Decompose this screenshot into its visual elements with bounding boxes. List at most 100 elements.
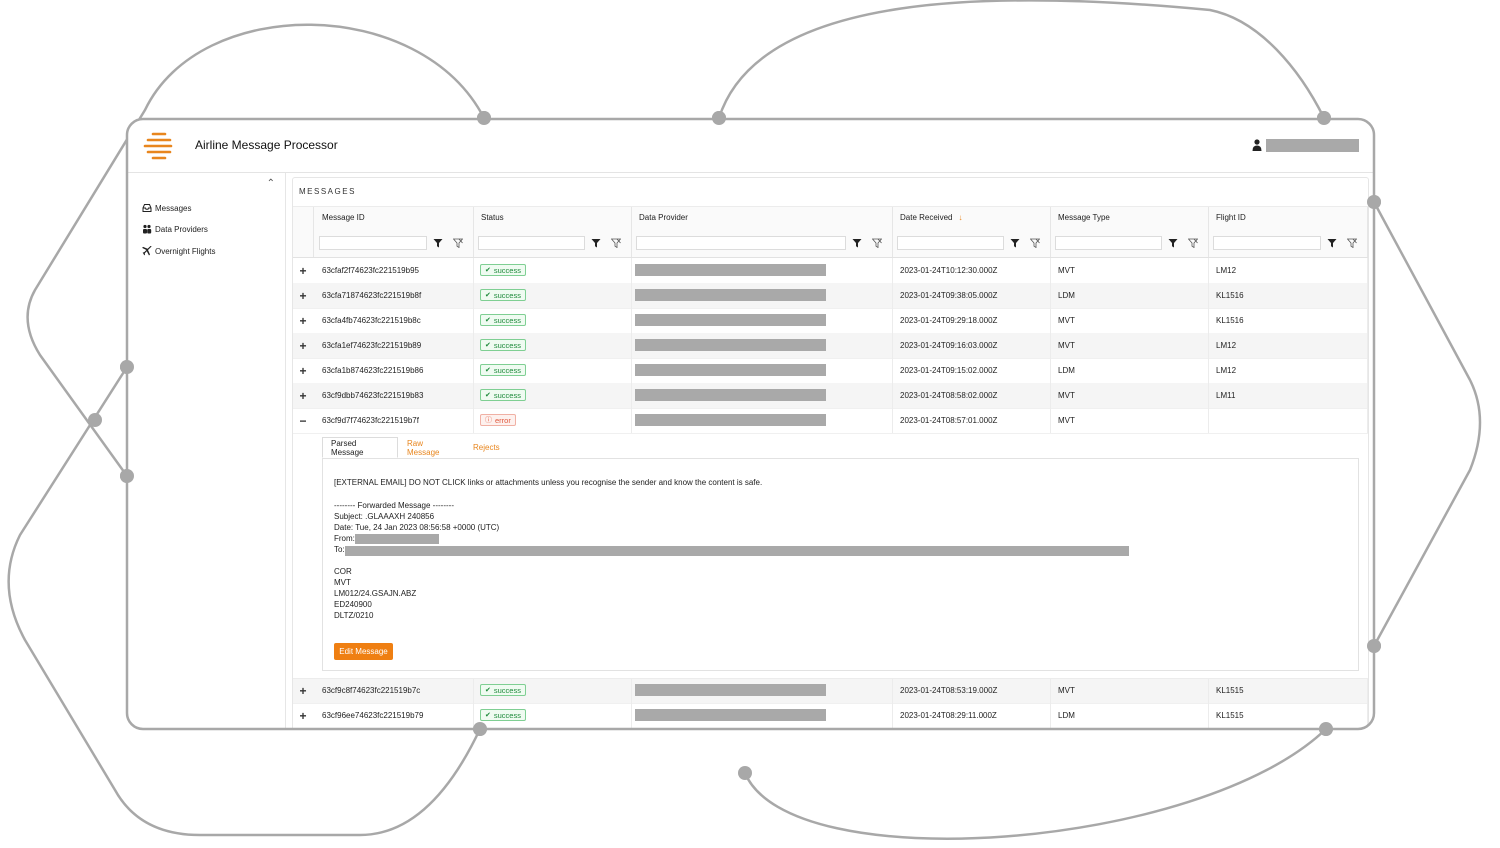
header-expander-cell — [293, 207, 314, 229]
expand-row-icon[interactable]: + — [293, 283, 313, 308]
user-name-redacted[interactable] — [1266, 139, 1359, 152]
expand-row-icon[interactable]: + — [293, 308, 313, 333]
messages-panel: MESSAGES Message ID Status Data Provider Da… — [292, 177, 1369, 729]
table-cell-message-type: MVT — [1050, 678, 1209, 703]
inbox-icon — [142, 204, 152, 212]
filter-icon[interactable] — [1165, 236, 1181, 250]
message-type-text: MVT — [1058, 266, 1075, 275]
message-type-text: MVT — [1058, 316, 1075, 325]
table-cell-date-received: 2023-01-24T09:38:05.000Z — [892, 283, 1051, 308]
data-provider-redacted — [635, 264, 826, 276]
column-header-message-id[interactable]: Message ID — [314, 207, 474, 229]
sidebar-item-messages[interactable]: Messages — [142, 203, 191, 213]
clear-filter-icon[interactable] — [450, 236, 466, 250]
date-received-text: 2023-01-24T09:16:03.000Z — [900, 341, 998, 350]
expand-row-icon[interactable]: + — [293, 258, 313, 283]
message-body-line: COR — [334, 567, 352, 576]
tab-rejects[interactable]: Rejects — [465, 437, 511, 458]
status-badge: ✔ success — [480, 709, 526, 721]
table-row[interactable]: +63cfa1b874623fc221519b86 ✔ success 2023-01… — [293, 358, 1368, 384]
table-row[interactable]: +63cfa4fb74623fc221519b8c ✔ success 2023-01… — [293, 308, 1368, 334]
filter-icon[interactable] — [849, 236, 865, 250]
sidebar-collapse-icon[interactable]: ⌃ — [267, 178, 275, 189]
table-cell-date-received: 2023-01-24T09:15:02.000Z — [892, 358, 1051, 383]
column-header-text: Data Provider — [639, 213, 688, 222]
column-header-text: Status — [481, 213, 504, 222]
check-circle-icon: ✔ — [485, 317, 491, 324]
table-cell-status: ✔ success — [473, 258, 632, 283]
column-header-text: Message Type — [1058, 213, 1110, 222]
edit-message-button[interactable]: Edit Message — [334, 643, 393, 660]
filter-input-message-type[interactable] — [1055, 236, 1162, 250]
table-cell-message-id: 63cfa4fb74623fc221519b8c — [314, 308, 474, 333]
status-badge-text: success — [493, 365, 521, 375]
message-type-text: LDM — [1058, 366, 1075, 375]
date-received-text: 2023-01-24T09:29:18.000Z — [900, 316, 998, 325]
filter-cell-message-id — [314, 229, 474, 257]
filter-input-status[interactable] — [478, 236, 585, 250]
message-type-text: MVT — [1058, 341, 1075, 350]
app-logo-icon — [143, 132, 173, 160]
filter-icon[interactable] — [1007, 236, 1023, 250]
table-cell-data-provider — [631, 333, 893, 358]
table-row[interactable]: +63cf9dbb74623fc221519b83 ✔ success 2023-01… — [293, 383, 1368, 409]
expand-row-icon[interactable]: + — [293, 358, 313, 383]
filter-input-message-id[interactable] — [319, 236, 427, 250]
filter-input-data-provider[interactable] — [636, 236, 846, 250]
sidebar-item-overnight-flights[interactable]: Overnight Flights — [142, 246, 215, 256]
clear-filter-icon[interactable] — [869, 236, 885, 250]
filter-cell-flight-id — [1208, 229, 1368, 257]
filter-input-date-received[interactable] — [897, 236, 1004, 250]
column-header-status[interactable]: Status — [473, 207, 632, 229]
column-header-date-received[interactable]: Date Received ↓ — [892, 207, 1051, 229]
flight-id-text: LM11 — [1216, 391, 1236, 400]
column-header-label: Date Received ↓ — [900, 213, 962, 222]
sidebar: ⌃ Messages Data Providers Overnight Flig… — [133, 173, 286, 729]
table-cell-message-id: 63cfaf2f74623fc221519b95 — [314, 258, 474, 283]
table-cell-message-id: 63cfa1b874623fc221519b86 — [314, 358, 474, 383]
expand-row-icon[interactable]: + — [293, 383, 313, 408]
table-row[interactable]: +63cf96ee74623fc221519b79 ✔ success 2023-01… — [293, 703, 1368, 729]
column-header-label: Message ID — [322, 213, 365, 222]
clear-filter-icon[interactable] — [1344, 236, 1360, 250]
date-received-text: 2023-01-24T09:38:05.000Z — [900, 291, 998, 300]
message-subject: Subject: .GLAAAXH 240856 — [334, 512, 435, 521]
from-address-redacted — [355, 534, 439, 544]
status-badge-text: success — [493, 710, 521, 720]
clear-filter-icon[interactable] — [1027, 236, 1043, 250]
table-cell-date-received: 2023-01-24T08:29:11.000Z — [892, 703, 1051, 728]
collapse-row-icon[interactable]: − — [293, 408, 313, 433]
table-row[interactable]: +63cfaf2f74623fc221519b95 ✔ success 2023-01… — [293, 258, 1368, 284]
status-badge-text: success — [493, 390, 521, 400]
filter-icon[interactable] — [588, 236, 604, 250]
sidebar-item-data-providers[interactable]: Data Providers — [142, 224, 208, 234]
table-row[interactable]: +63cf9c8f74623fc221519b7c ✔ success 2023-01… — [293, 678, 1368, 704]
sidebar-item-label: Messages — [155, 203, 192, 213]
table-row[interactable]: −63cf9d7f74623fc221519b7f ⓘ error 2023-01-2… — [293, 408, 1368, 434]
table-row[interactable]: +63cfa1ef74623fc221519b89 ✔ success 2023-01… — [293, 333, 1368, 359]
table-row[interactable]: +63cfa71874623fc221519b8f ✔ success 2023-01… — [293, 283, 1368, 309]
expand-row-icon[interactable]: + — [293, 333, 313, 358]
tab-raw-message[interactable]: Raw Message — [399, 437, 465, 458]
column-header-flight-id[interactable]: Flight ID — [1208, 207, 1368, 229]
expand-row-icon[interactable]: + — [293, 678, 313, 703]
clear-filter-icon[interactable] — [1185, 236, 1201, 250]
column-header-message-type[interactable]: Message Type — [1050, 207, 1209, 229]
column-header-data-provider[interactable]: Data Provider — [631, 207, 893, 229]
expand-row-icon[interactable]: + — [293, 703, 313, 728]
filter-icon[interactable] — [1324, 236, 1340, 250]
message-to-label: To: — [334, 545, 345, 554]
filter-input-flight-id[interactable] — [1213, 236, 1321, 250]
status-badge: ✔ success — [480, 389, 526, 401]
table-cell-message-type: LDM — [1050, 703, 1209, 728]
user-icon[interactable] — [1252, 139, 1262, 151]
filter-cell-message-type — [1050, 229, 1209, 257]
status-badge: ✔ success — [480, 264, 526, 276]
tab-parsed-message[interactable]: Parsed Message — [322, 437, 398, 458]
message-type-text: MVT — [1058, 686, 1075, 695]
sort-descending-icon[interactable]: ↓ — [958, 213, 962, 222]
message-type-text: LDM — [1058, 711, 1075, 720]
filter-icon[interactable] — [430, 236, 446, 250]
table-cell-status: ✔ success — [473, 358, 632, 383]
clear-filter-icon[interactable] — [608, 236, 624, 250]
